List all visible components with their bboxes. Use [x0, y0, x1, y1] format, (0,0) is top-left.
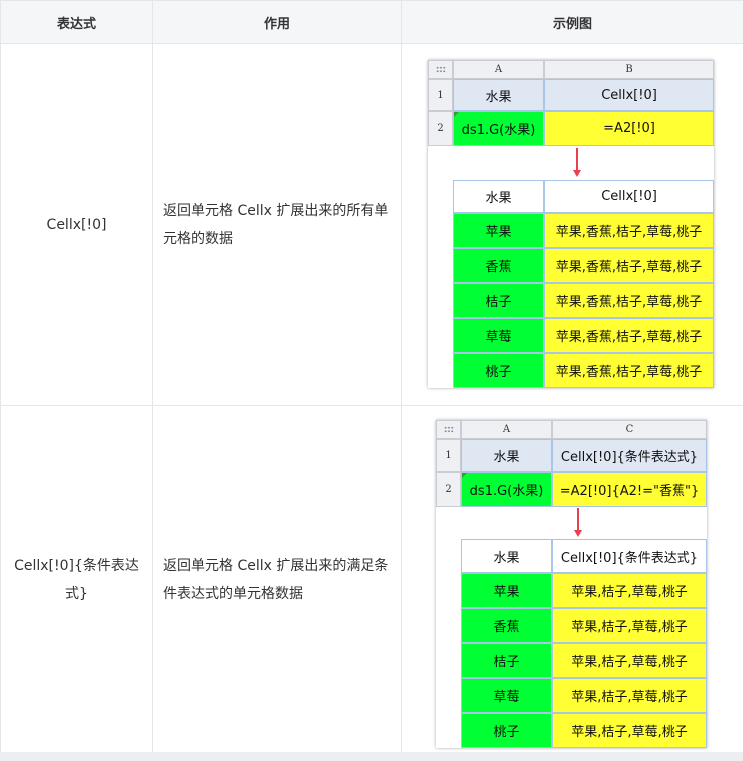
header-example: 示例图 — [401, 0, 743, 44]
grid-corner-icon — [428, 60, 453, 79]
design-cell: ds1.G(水果) — [453, 111, 544, 146]
result-cell: 水果 — [453, 180, 544, 213]
design-cell: Cellx[!0]{条件表达式} — [552, 439, 707, 472]
result-cell: 苹果 — [461, 573, 552, 608]
result-cell: 草莓 — [453, 318, 544, 353]
grid-corner-icon — [436, 420, 461, 439]
result-cell: 桃子 — [461, 713, 552, 748]
table-header-row: 表达式 作用 示例图 — [0, 0, 743, 44]
result-cell: 草莓 — [461, 678, 552, 713]
cell-text: ds1.G(水果) — [469, 484, 544, 499]
row-number: 1 — [428, 79, 453, 111]
design-cell: =A2[!0] — [544, 111, 714, 146]
example-image-2: A C 1 2 水果 Cellx[!0]{条件表达式} ds1.G(水果) =A… — [436, 420, 707, 748]
arrow-head-icon — [574, 530, 582, 537]
column-letter: B — [544, 60, 714, 79]
design-cell: =A2[!0]{A2!="香蕉"} — [552, 472, 707, 507]
function-cell: 返回单元格 Cellx 扩展出来的满足条件表达式的单元格数据 — [152, 405, 402, 754]
result-cell: Cellx[!0]{条件表达式} — [552, 539, 707, 573]
header-expression: 表达式 — [0, 0, 153, 44]
result-cell: 苹果,桔子,草莓,桃子 — [552, 573, 707, 608]
cell-marker-icon — [462, 473, 467, 478]
design-cell: 水果 — [461, 439, 552, 472]
cell-marker-icon — [454, 112, 459, 117]
result-cell: 苹果,香蕉,桔子,草莓,桃子 — [544, 213, 714, 248]
arrow-icon — [577, 508, 579, 530]
result-cell: 苹果,香蕉,桔子,草莓,桃子 — [544, 318, 714, 353]
result-cell: 桔子 — [453, 283, 544, 318]
result-cell: 苹果,桔子,草莓,桃子 — [552, 643, 707, 678]
result-cell: 桔子 — [461, 643, 552, 678]
expression-cell: Cellx[!0] — [0, 43, 153, 406]
example-image-1: A B 1 2 水果 Cellx[!0] ds1.G(水果) =A2[!0] 水… — [428, 60, 714, 388]
design-cell: 水果 — [453, 79, 544, 111]
header-function: 作用 — [152, 0, 402, 44]
result-cell: 苹果,香蕉,桔子,草莓,桃子 — [544, 283, 714, 318]
result-cell: 香蕉 — [461, 608, 552, 643]
result-cell: 苹果,桔子,草莓,桃子 — [552, 713, 707, 748]
result-cell: 苹果,桔子,草莓,桃子 — [552, 608, 707, 643]
result-cell: 苹果,香蕉,桔子,草莓,桃子 — [544, 353, 714, 388]
result-cell: Cellx[!0] — [544, 180, 714, 213]
column-letter: A — [453, 60, 544, 79]
result-cell: 香蕉 — [453, 248, 544, 283]
result-cell: 桃子 — [453, 353, 544, 388]
row-number: 2 — [436, 472, 461, 507]
expression-cell: Cellx[!0]{条件表达式} — [0, 405, 153, 754]
function-cell: 返回单元格 Cellx 扩展出来的所有单元格的数据 — [152, 43, 402, 406]
cell-text: ds1.G(水果) — [461, 123, 536, 138]
design-cell: Cellx[!0] — [544, 79, 714, 111]
arrow-head-icon — [573, 170, 581, 177]
result-cell: 苹果 — [453, 213, 544, 248]
scrollbar-track[interactable] — [0, 752, 743, 761]
result-cell: 水果 — [461, 539, 552, 573]
arrow-icon — [576, 148, 578, 170]
column-letter: A — [461, 420, 552, 439]
column-letter: C — [552, 420, 707, 439]
result-cell: 苹果,香蕉,桔子,草莓,桃子 — [544, 248, 714, 283]
row-number: 1 — [436, 439, 461, 472]
design-cell: ds1.G(水果) — [461, 472, 552, 507]
result-cell: 苹果,桔子,草莓,桃子 — [552, 678, 707, 713]
row-number: 2 — [428, 111, 453, 146]
